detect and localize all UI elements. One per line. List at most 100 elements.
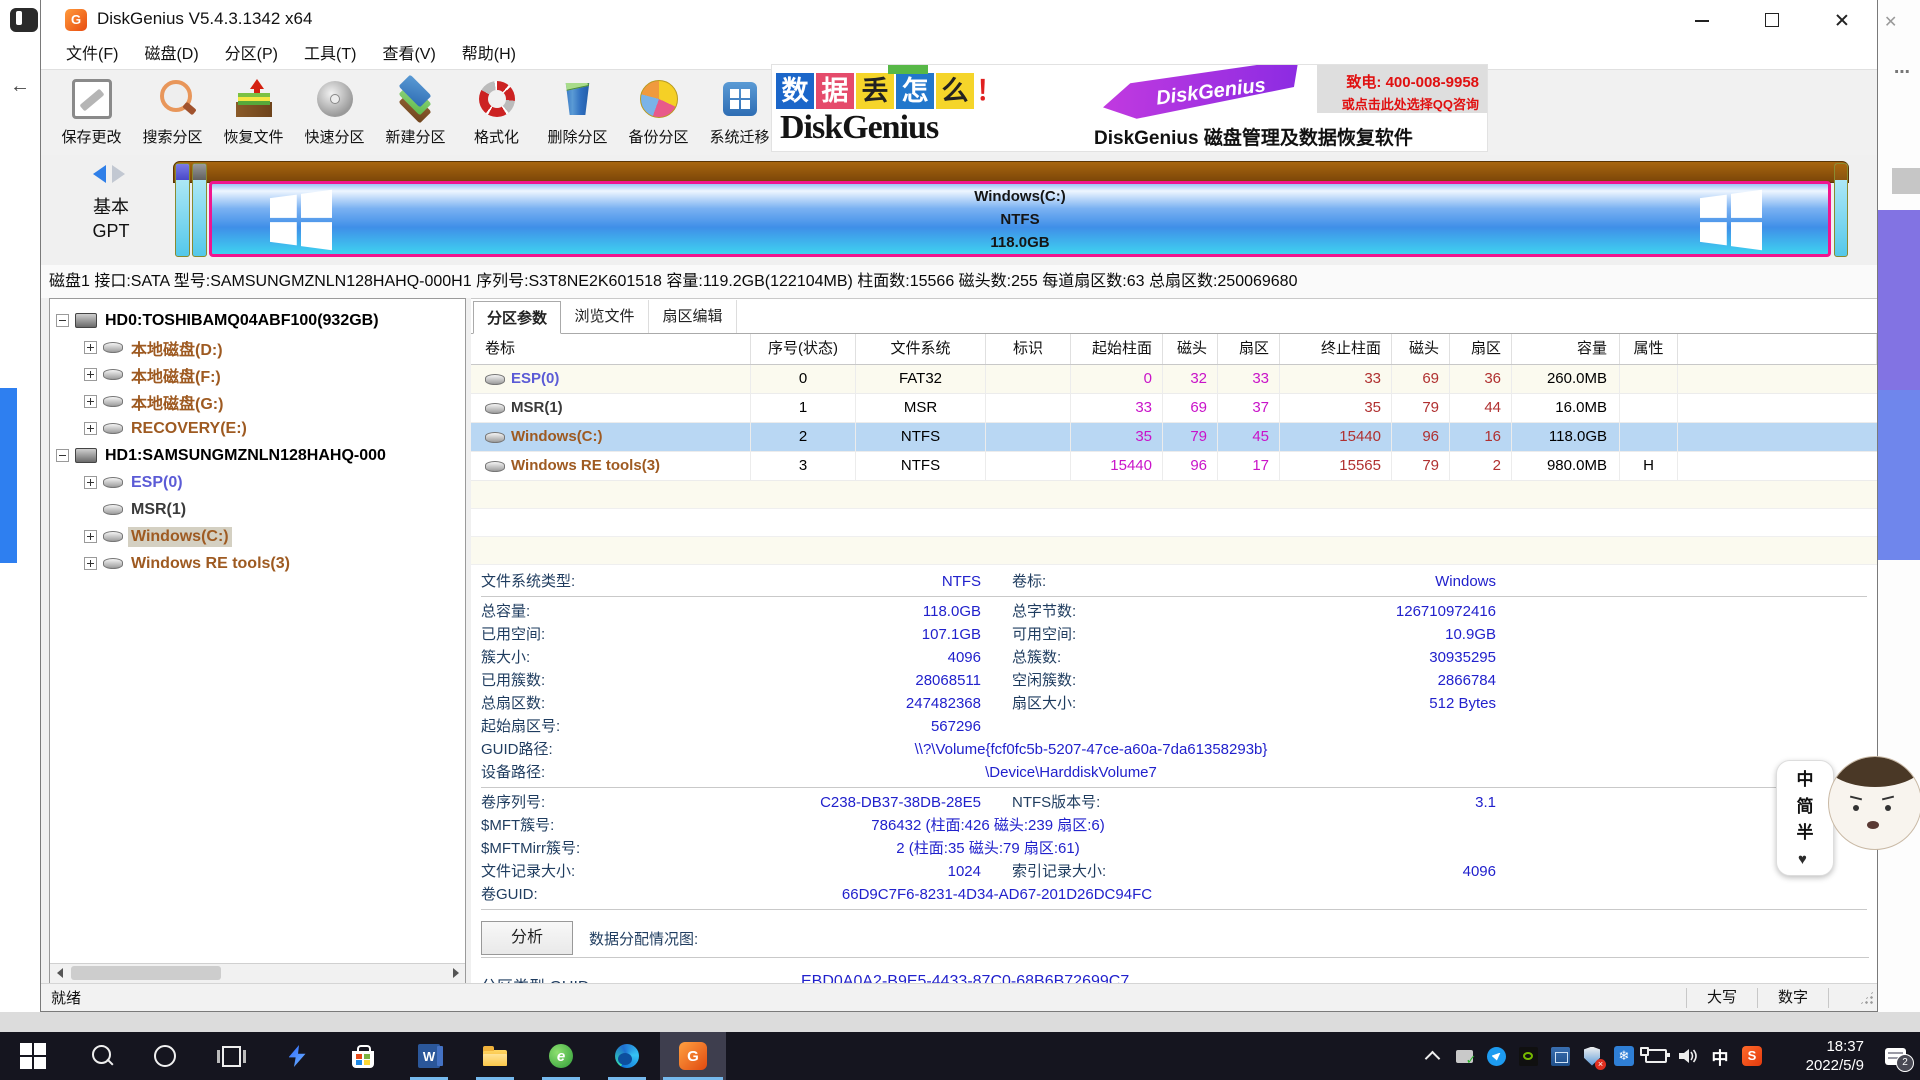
tray-expand-button[interactable] — [1416, 1032, 1448, 1080]
msr-partition-block[interactable] — [192, 163, 207, 257]
tray-messenger[interactable] — [1480, 1032, 1512, 1080]
feishu-app-button[interactable] — [264, 1032, 330, 1080]
expand-icon[interactable] — [84, 368, 97, 381]
table-row-windows-re[interactable]: Windows RE tools(3) 3 NTFS 15440 96 17 1… — [471, 452, 1877, 481]
search-partition-button[interactable]: 搜索分区 — [132, 70, 213, 154]
tree-item-local-d[interactable]: 本地磁盘(D:) — [50, 334, 465, 361]
tree-item-windows-c[interactable]: Windows(C:) — [50, 523, 465, 550]
expand-icon[interactable] — [84, 530, 97, 543]
browser-360-button[interactable] — [528, 1032, 594, 1080]
scrollbar-thumb[interactable] — [71, 966, 221, 980]
prev-disk-arrow-icon[interactable] — [93, 165, 106, 183]
scroll-left-icon[interactable] — [50, 964, 69, 982]
table-row-esp[interactable]: ESP(0) 0 FAT32 0 32 33 33 69 36 260.0MB — [471, 365, 1877, 394]
printer-icon — [1456, 1050, 1473, 1063]
back-arrow-icon[interactable] — [10, 76, 30, 96]
tray-intel-graphics[interactable] — [1544, 1032, 1576, 1080]
recover-files-button[interactable]: 恢复文件 — [213, 70, 294, 154]
taskbar-clock[interactable]: 18:37 2022/5/9 — [1778, 1037, 1864, 1075]
tab-partition-params[interactable]: 分区参数 — [473, 301, 561, 334]
ime-halfwidth-toggle[interactable]: 半 — [1797, 824, 1814, 841]
expand-icon[interactable] — [84, 395, 97, 408]
tree-item-local-g[interactable]: 本地磁盘(G:) — [50, 388, 465, 415]
ad-qq-link[interactable]: 或点击此处选择QQ咨询 — [1317, 94, 1479, 113]
tab-sector-edit[interactable]: 扇区编辑 — [649, 300, 737, 333]
ime-mode-panel[interactable]: 中 简 半 — [1776, 760, 1834, 876]
tree-horizontal-scrollbar[interactable] — [50, 963, 465, 983]
task-view-button[interactable] — [198, 1032, 264, 1080]
format-button[interactable]: 格式化 — [456, 70, 537, 154]
menu-tools[interactable]: 工具(T) — [291, 40, 369, 69]
tray-printer[interactable] — [1448, 1032, 1480, 1080]
windows-c-partition-block[interactable]: Windows(C:) NTFS 118.0GB — [209, 181, 1831, 257]
table-row-windows-c-selected[interactable]: Windows(C:) 2 NTFS 35 79 45 15440 96 16 … — [471, 423, 1877, 452]
ime-simplified-toggle[interactable]: 简 — [1797, 798, 1814, 815]
menu-disk[interactable]: 磁盘(D) — [131, 40, 211, 69]
diskgenius-taskbar-button[interactable] — [660, 1032, 726, 1080]
ime-chinese-toggle[interactable]: 中 — [1797, 771, 1814, 788]
minimize-button[interactable] — [1667, 0, 1737, 40]
scroll-right-icon[interactable] — [446, 964, 465, 982]
quick-partition-button[interactable]: 快速分区 — [294, 70, 375, 154]
tree-item-hd0[interactable]: HD0:TOSHIBAMQ04ABF100(932GB) — [50, 307, 465, 334]
taskbar-search-button[interactable] — [66, 1032, 132, 1080]
ime-mascot-face[interactable] — [1828, 756, 1920, 850]
tab-browse-files[interactable]: 浏览文件 — [561, 300, 649, 333]
tree-item-hd1[interactable]: HD1:SAMSUNGMZNLN128HAHQ-000 — [50, 442, 465, 469]
browser-e-icon — [549, 1044, 573, 1068]
background-close-icon[interactable] — [1884, 12, 1897, 32]
edge-browser-button[interactable] — [594, 1032, 660, 1080]
close-button[interactable] — [1807, 0, 1877, 40]
table-row-msr[interactable]: MSR(1) 1 MSR 33 69 37 35 79 44 16.0MB — [471, 394, 1877, 423]
tray-snowflake-app[interactable] — [1608, 1032, 1640, 1080]
tree-item-windows-re[interactable]: Windows RE tools(3) — [50, 550, 465, 577]
title-bar[interactable]: DiskGenius V5.4.3.1342 x64 — [41, 0, 1877, 40]
background-accent-block — [0, 388, 17, 563]
recovery-partition-block[interactable] — [1834, 163, 1848, 257]
new-partition-button[interactable]: 新建分区 — [375, 70, 456, 154]
empty-row — [471, 509, 1877, 537]
expand-icon[interactable] — [84, 422, 97, 435]
save-changes-button[interactable]: 保存更改 — [51, 70, 132, 154]
tray-sogou[interactable] — [1736, 1032, 1768, 1080]
menu-file[interactable]: 文件(F) — [53, 40, 131, 69]
expand-icon[interactable] — [84, 557, 97, 570]
collapse-icon[interactable] — [56, 314, 69, 327]
tree-item-local-f[interactable]: 本地磁盘(F:) — [50, 361, 465, 388]
tray-power[interactable] — [1640, 1032, 1672, 1080]
background-window-left[interactable] — [0, 0, 41, 1032]
esp-partition-block[interactable] — [175, 163, 190, 257]
expand-icon[interactable] — [84, 476, 97, 489]
more-options-icon[interactable] — [1894, 62, 1910, 82]
tray-nvidia[interactable] — [1512, 1032, 1544, 1080]
tree-item-esp[interactable]: ESP(0) — [50, 469, 465, 496]
tree-item-recovery-e[interactable]: RECOVERY(E:) — [50, 415, 465, 442]
expand-icon[interactable] — [84, 341, 97, 354]
tree-item-msr[interactable]: MSR(1) — [50, 496, 465, 523]
delete-partition-button[interactable]: 删除分区 — [537, 70, 618, 154]
ad-banner[interactable]: 数 据 丢 怎 么 ！ DiskGenius DiskGenius 致电: 40… — [771, 64, 1488, 152]
menu-view[interactable]: 查看(V) — [369, 40, 448, 69]
next-disk-arrow-icon[interactable] — [112, 165, 125, 183]
heart-icon[interactable] — [1798, 851, 1812, 865]
sogou-ime-widget[interactable]: 中 简 半 — [1776, 756, 1920, 880]
collapse-icon[interactable] — [56, 449, 69, 462]
start-button[interactable] — [0, 1032, 66, 1080]
tray-ime-indicator[interactable]: 中 — [1704, 1032, 1736, 1080]
tray-volume[interactable] — [1672, 1032, 1704, 1080]
system-migrate-button[interactable]: 系统迁移 — [699, 70, 780, 154]
ad-contact[interactable]: 致电: 400-008-9958 或点击此处选择QQ咨询 — [1317, 65, 1487, 113]
backup-partition-button[interactable]: 备份分区 — [618, 70, 699, 154]
word-app-button[interactable] — [396, 1032, 462, 1080]
file-explorer-button[interactable] — [462, 1032, 528, 1080]
tray-security[interactable] — [1576, 1032, 1608, 1080]
cortana-button[interactable] — [132, 1032, 198, 1080]
analyze-button[interactable]: 分析 — [481, 921, 573, 955]
menu-partition[interactable]: 分区(P) — [212, 40, 291, 69]
partition-icon — [485, 374, 505, 385]
microsoft-store-button[interactable] — [330, 1032, 396, 1080]
resize-grip[interactable] — [1859, 990, 1875, 1006]
maximize-button[interactable] — [1737, 0, 1807, 40]
menu-help[interactable]: 帮助(H) — [449, 40, 529, 69]
action-center-button[interactable]: 2 — [1870, 1032, 1920, 1080]
